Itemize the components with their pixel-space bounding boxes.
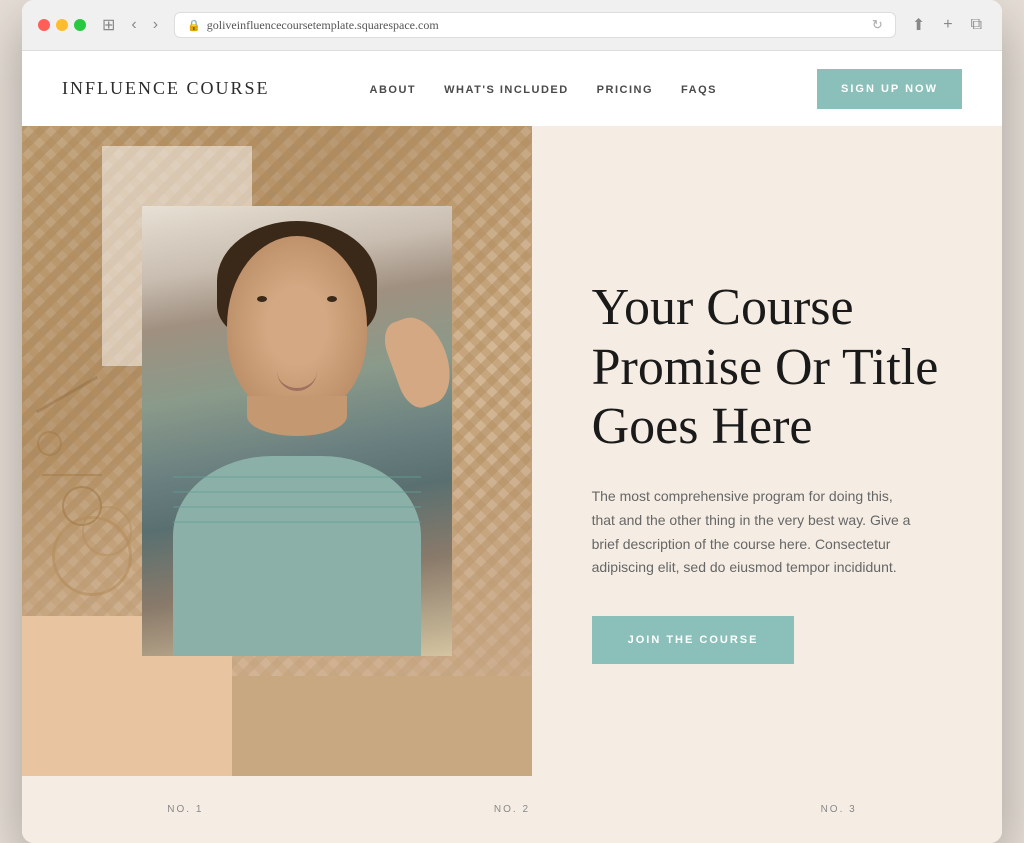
knit-line-1 — [173, 476, 421, 478]
eye-left — [257, 296, 267, 302]
hero-content: Your Course Promise Or Title Goes Here T… — [532, 126, 1002, 776]
eye-right — [327, 296, 337, 302]
minimize-button[interactable] — [56, 19, 68, 31]
signup-button[interactable]: SIGN UP NOW — [817, 69, 962, 109]
accessory-ring-2 — [37, 431, 62, 456]
site-logo[interactable]: INFLUENCE COURSE — [62, 78, 270, 99]
accessory-ring-1 — [62, 486, 102, 526]
portrait-sweater — [173, 456, 421, 656]
reload-icon[interactable]: ↻ — [872, 17, 883, 33]
join-course-button[interactable]: JOIN THE COURSE — [592, 616, 795, 664]
share-button[interactable]: ⬆ — [908, 13, 929, 37]
maximize-button[interactable] — [74, 19, 86, 31]
url-text: goliveinfluencecoursetemplate.squarespac… — [207, 18, 439, 33]
nav-item-about[interactable]: ABOUT — [370, 80, 417, 98]
knit-line-2 — [173, 491, 421, 493]
nav-links: ABOUT WHAT'S INCLUDED PRICING FAQS — [370, 80, 717, 98]
deco-line — [42, 474, 102, 476]
knit-line-4 — [173, 521, 421, 523]
hero-description: The most comprehensive program for doing… — [592, 485, 912, 580]
nav-link-whats-included[interactable]: WHAT'S INCLUDED — [444, 84, 569, 96]
address-bar[interactable]: 🔒 goliveinfluencecoursetemplate.squaresp… — [174, 12, 896, 38]
traffic-lights — [38, 19, 86, 31]
browser-chrome: ⊞ ‹ › 🔒 goliveinfluencecoursetemplate.sq… — [22, 0, 1002, 51]
knit-line-3 — [173, 506, 421, 508]
window-switcher-button[interactable]: ⊞ — [98, 13, 119, 37]
bottom-label-2: NO. 2 — [494, 804, 530, 815]
nav-link-pricing[interactable]: PRICING — [597, 84, 653, 96]
bottom-label-3: NO. 3 — [821, 804, 857, 815]
browser-window: ⊞ ‹ › 🔒 goliveinfluencecoursetemplate.sq… — [22, 0, 1002, 843]
portrait-hand — [378, 309, 452, 412]
nav-item-whats-included[interactable]: WHAT'S INCLUDED — [444, 80, 569, 98]
nav-link-faqs[interactable]: FAQS — [681, 84, 717, 96]
forward-button[interactable]: › — [149, 14, 162, 36]
accessory-line — [36, 376, 98, 414]
portrait-photo — [142, 206, 452, 656]
nav-link-about[interactable]: ABOUT — [370, 84, 417, 96]
nav-item-faqs[interactable]: FAQS — [681, 80, 717, 98]
lock-icon: 🔒 — [187, 19, 201, 32]
portrait-face — [227, 236, 367, 416]
new-tab-button[interactable]: + — [939, 13, 956, 37]
bottom-label-1: NO. 1 — [167, 804, 203, 815]
close-button[interactable] — [38, 19, 50, 31]
bottom-labels: NO. 1 NO. 2 NO. 3 — [22, 776, 1002, 843]
browser-actions: ⬆ + ⧉ — [908, 13, 986, 37]
tabs-button[interactable]: ⧉ — [967, 13, 986, 37]
image-collage — [22, 126, 532, 776]
nav-item-pricing[interactable]: PRICING — [597, 80, 653, 98]
back-button[interactable]: ‹ — [127, 14, 140, 36]
hero-section: Your Course Promise Or Title Goes Here T… — [22, 126, 1002, 776]
browser-controls: ⊞ ‹ › — [98, 13, 162, 37]
bottom-tan-strip — [232, 676, 532, 776]
hero-title: Your Course Promise Or Title Goes Here — [592, 278, 952, 457]
navbar: INFLUENCE COURSE ABOUT WHAT'S INCLUDED P… — [22, 51, 1002, 126]
smile — [277, 371, 317, 391]
page: INFLUENCE COURSE ABOUT WHAT'S INCLUDED P… — [22, 51, 1002, 843]
